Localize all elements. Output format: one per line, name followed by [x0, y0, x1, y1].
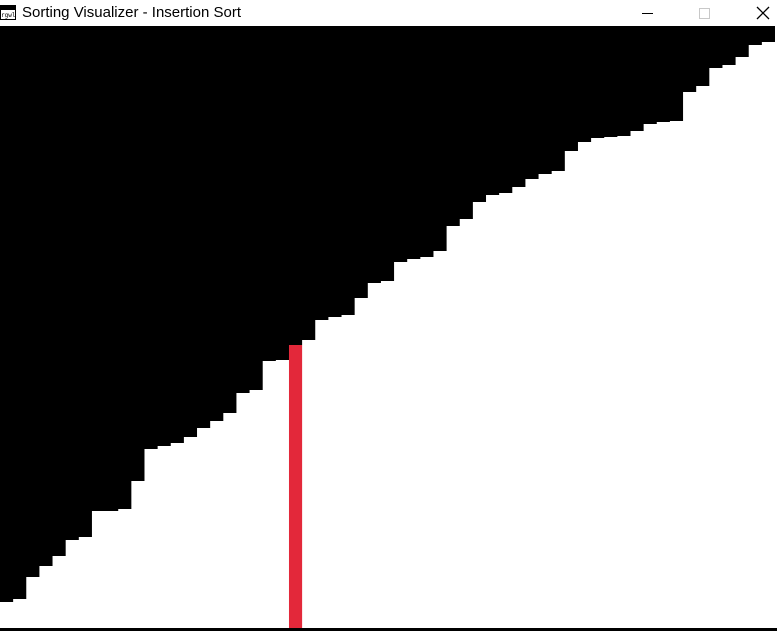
bar: [236, 393, 251, 629]
bar: [0, 602, 14, 629]
bar: [380, 281, 395, 629]
maximize-icon: [698, 7, 710, 19]
bar: [577, 142, 592, 629]
minimize-button[interactable]: [624, 0, 670, 26]
bar: [144, 449, 159, 629]
bar: [538, 174, 553, 629]
bar: [91, 511, 106, 629]
bar: [525, 179, 540, 629]
app-icon-text: rgwlt: [1, 12, 16, 19]
bar: [486, 195, 500, 629]
bar: [459, 219, 474, 629]
bar: [748, 45, 763, 629]
bar: [472, 202, 487, 629]
bar: [131, 481, 146, 629]
bar: [433, 251, 448, 629]
close-icon: [756, 6, 770, 20]
bar: [157, 446, 172, 629]
app-icon-bar: [1, 6, 15, 10]
window-title: Sorting Visualizer - Insertion Sort: [22, 4, 241, 21]
bar: [709, 68, 724, 629]
bar: [315, 320, 329, 629]
bar: [683, 92, 697, 629]
bar: [564, 151, 579, 629]
bar: [105, 511, 119, 629]
bar: [210, 421, 224, 629]
bar: [249, 390, 264, 629]
bar: [512, 187, 527, 629]
bar: [170, 443, 185, 629]
bar: [197, 428, 211, 629]
bar: [591, 138, 605, 629]
bar: [302, 340, 316, 629]
bar: [354, 298, 369, 629]
bar: [630, 131, 645, 629]
active-bar: [288, 345, 303, 629]
bar: [13, 599, 27, 629]
close-button[interactable]: [740, 0, 777, 26]
bar: [407, 259, 421, 629]
bar: [78, 537, 93, 629]
bar: [367, 283, 382, 629]
bar-array: [0, 42, 775, 629]
bar: [394, 262, 408, 629]
bar: [656, 122, 671, 629]
title-bar[interactable]: rgwlt Sorting Visualizer - Insertion Sor…: [0, 0, 777, 26]
bar: [118, 509, 132, 629]
bar: [735, 57, 750, 629]
minimize-icon: [641, 12, 653, 14]
bar: [669, 121, 684, 629]
bar: [52, 556, 67, 629]
bar: [39, 566, 54, 629]
bar: [328, 317, 343, 629]
bar: [65, 540, 80, 629]
bar: [262, 361, 277, 629]
bar: [604, 137, 618, 629]
bar: [341, 315, 356, 629]
app-icon[interactable]: rgwlt: [0, 5, 16, 20]
bar: [643, 124, 658, 629]
bar: [551, 171, 566, 629]
bar: [26, 577, 41, 629]
bar: [223, 413, 238, 629]
visualizer-canvas: [0, 26, 775, 629]
bar: [275, 360, 290, 629]
bar: [617, 136, 632, 629]
bar: [420, 257, 435, 629]
bar: [696, 86, 710, 629]
bar: [761, 42, 775, 629]
maximize-button[interactable]: [681, 0, 727, 26]
bar: [722, 65, 737, 629]
bar: [446, 226, 461, 629]
bar: [183, 437, 198, 629]
bar: [499, 193, 513, 629]
